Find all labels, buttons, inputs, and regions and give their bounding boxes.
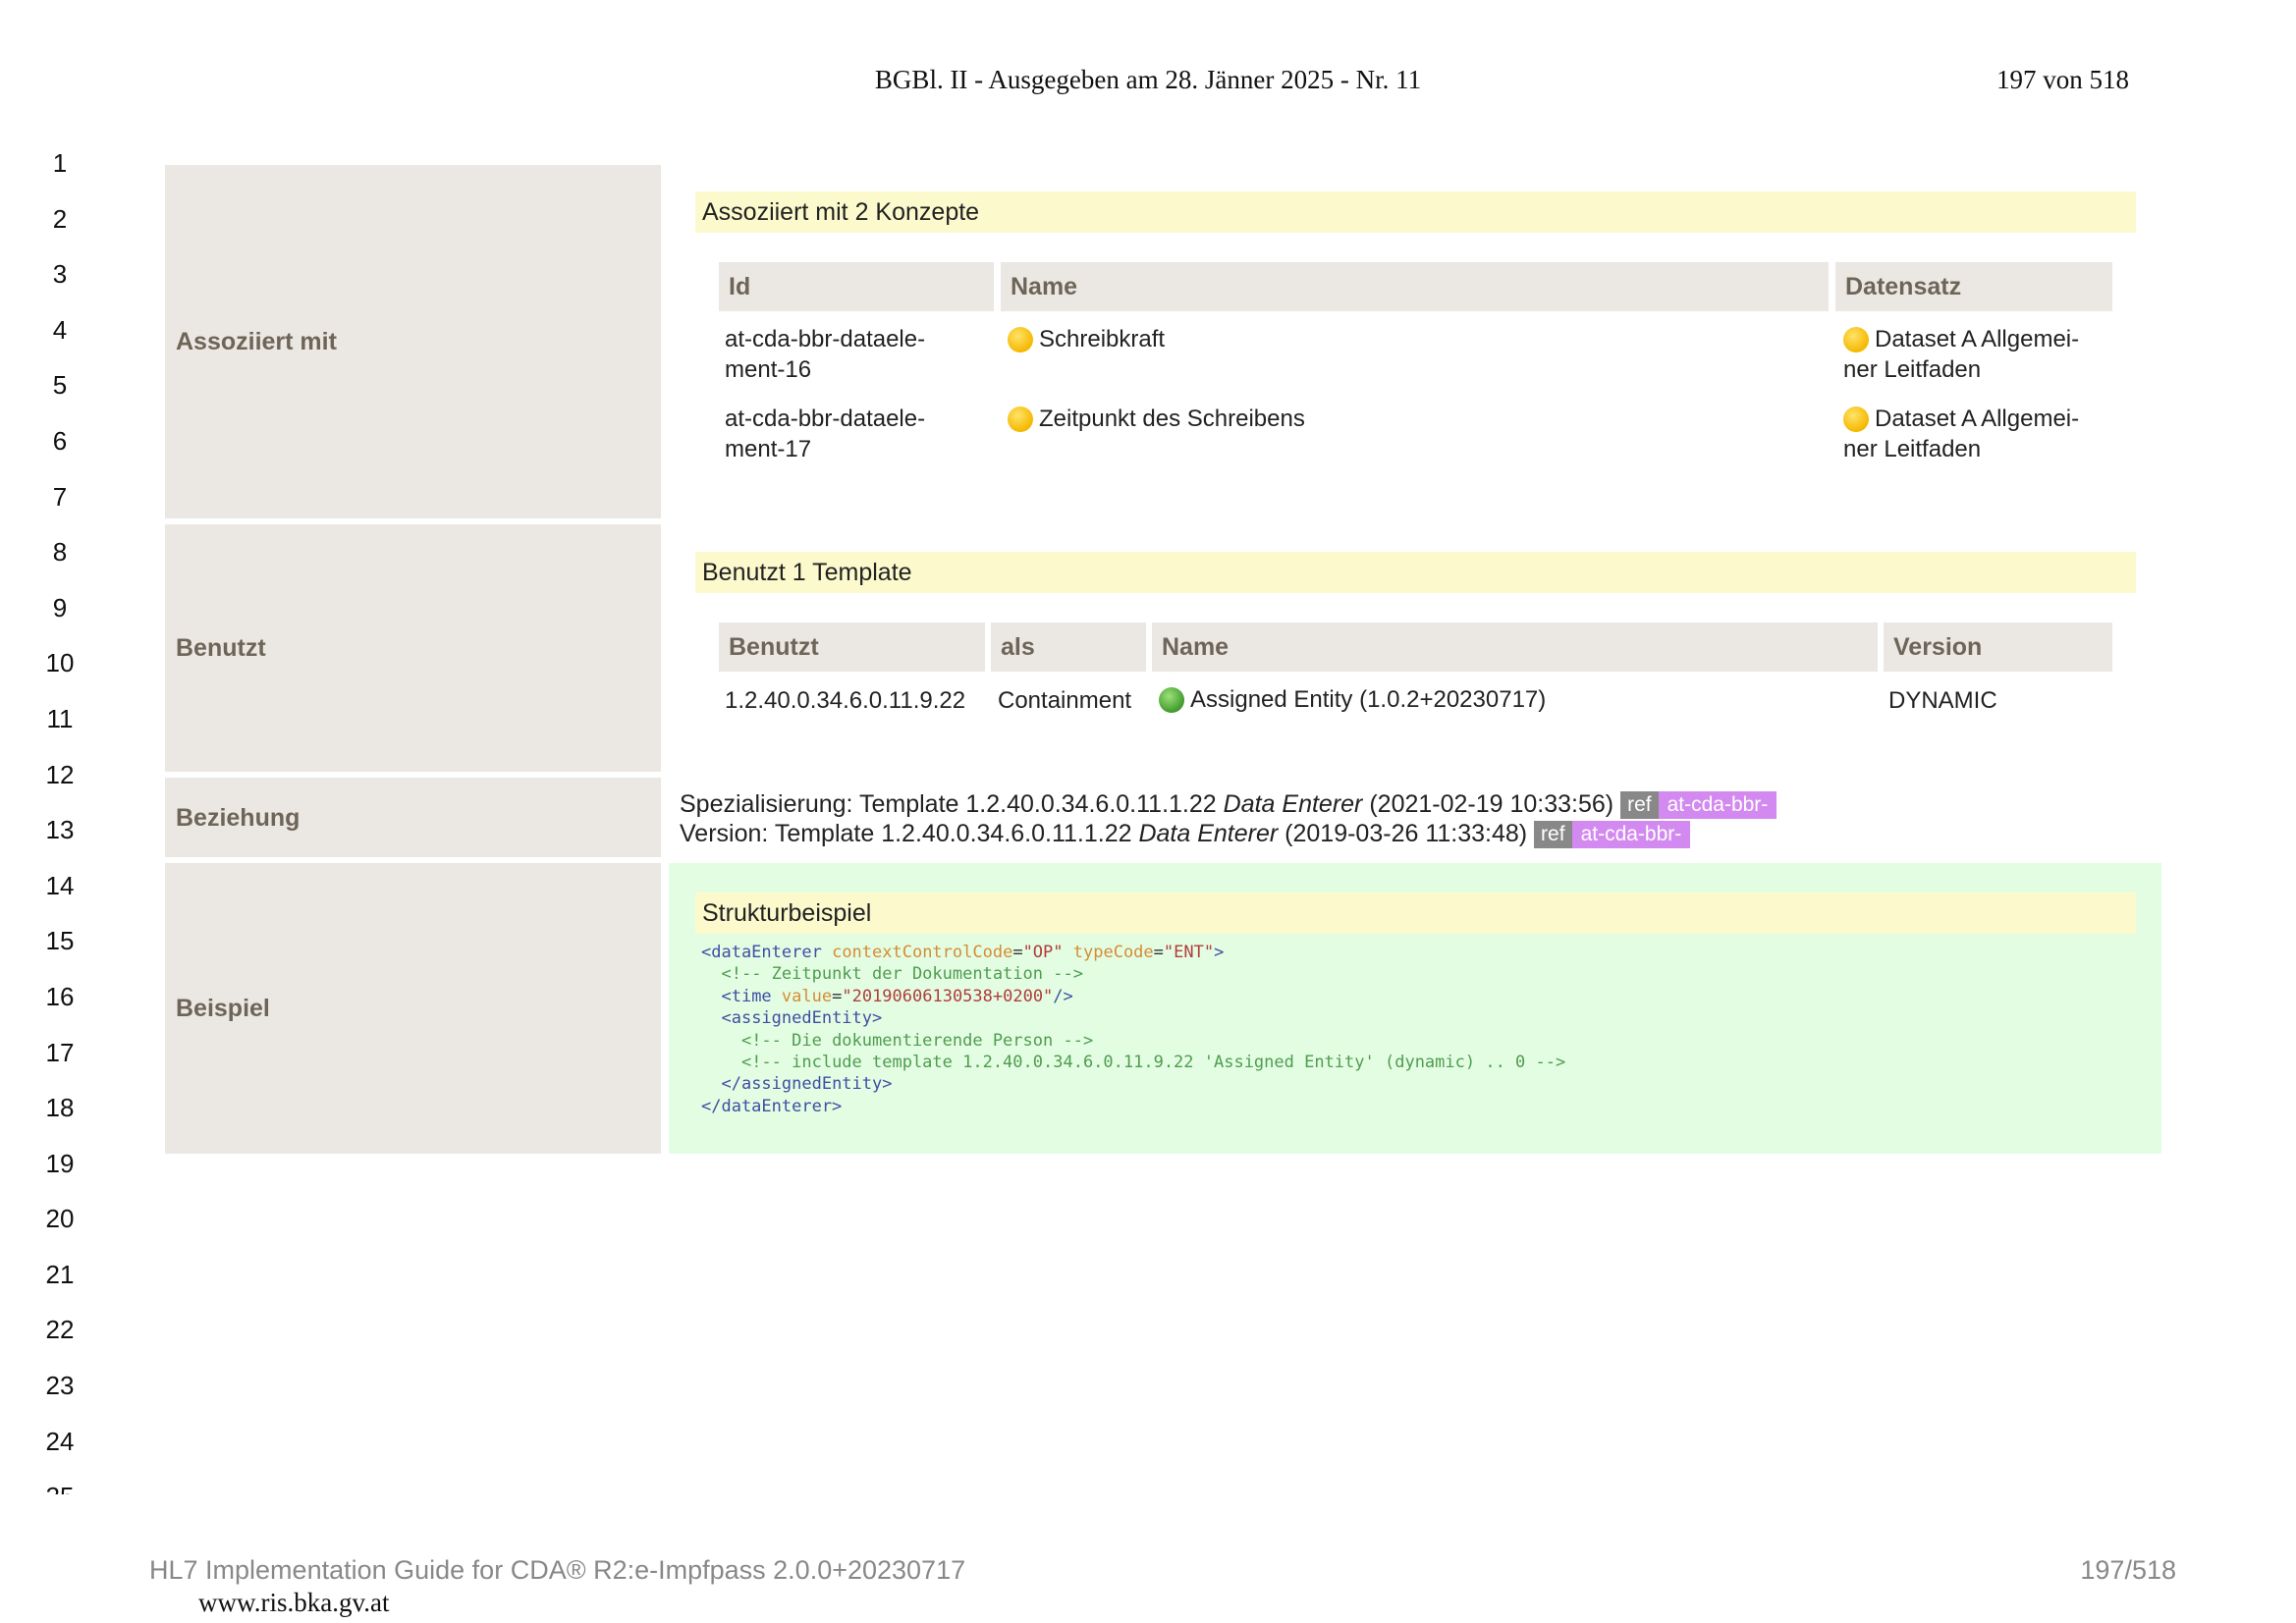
dataset-status-icon [1843, 327, 1869, 352]
dataset-line1: Dataset A Allgemei- [1875, 406, 2080, 432]
table-row: at-cda-bbr-dataele- ment-17 [725, 404, 925, 464]
column-header-als: als [991, 622, 1146, 672]
relationship-line-specialization: Spezialisierung: Template 1.2.40.0.34.6.… [680, 789, 1777, 819]
line-number: 4 [52, 314, 68, 345]
line-number: 16 [45, 981, 75, 1011]
line-number: 7 [52, 481, 68, 512]
line-number: 8 [52, 537, 68, 568]
line-number: 20 [45, 1204, 75, 1234]
caption-beispiel: Strukturbeispiel [695, 893, 2136, 934]
template-status-icon [1159, 687, 1184, 713]
template-name-link[interactable]: Assigned Entity (1.0.2+20230717) [1190, 686, 1546, 713]
cell-id-line1: at-cda-bbr-dataele- [725, 406, 926, 432]
concept-name-link[interactable]: Schreibkraft [1039, 326, 1165, 352]
relationship-template-name: Data Enterer [1138, 820, 1279, 847]
relationship-date: (2021‑02‑19 10:33:56) [1362, 790, 1621, 818]
cell-id-line2: ment-16 [725, 356, 812, 383]
page-header-title: BGBl. II - Ausgegeben am 28. Jänner 2025… [874, 65, 1422, 94]
column-header-datensatz: Datensatz [1835, 262, 2112, 311]
dataset-line2: ner Leitfaden [1843, 356, 1982, 383]
row-label-text: Beziehung [176, 804, 301, 832]
row-label-assoziiert: Assoziiert mit [165, 165, 661, 518]
line-number: 23 [45, 1371, 75, 1401]
cell-oid: 1.2.40.0.34.6.0.11.9.22 [725, 687, 966, 714]
cell-datensatz: Dataset A Allgemei- ner Leitfaden [1843, 324, 2079, 385]
dataset-line2: ner Leitfaden [1843, 436, 1982, 462]
column-header-name: Name [1152, 622, 1878, 672]
line-number: 25 [35, 1477, 84, 1494]
line-number: 14 [45, 870, 75, 900]
caption-benutzt: Benutzt 1 Template [695, 552, 2136, 593]
relationship-text: Version: Template 1.2.40.0.34.6.0.11.1.2… [680, 820, 1139, 847]
cell-version: DYNAMIC [1888, 687, 1997, 714]
line-number: 19 [45, 1148, 75, 1178]
cell-name[interactable]: Zeitpunkt des Schreibens [1008, 404, 1305, 434]
line-number: 15 [45, 926, 75, 956]
line-number: 22 [45, 1315, 75, 1345]
relationship-date: (2019‑03‑26 11:33:48) [1278, 820, 1535, 847]
row-label-benutzt: Benutzt [165, 524, 661, 772]
cell-id-line2: ment-17 [725, 436, 812, 462]
line-number: 5 [52, 370, 68, 401]
line-number: 1 [52, 148, 68, 178]
cell-datensatz: Dataset A Allgemei- ner Leitfaden [1843, 404, 2079, 464]
row-label-text: Benutzt [176, 634, 266, 662]
column-header-id: Id [719, 262, 994, 311]
concept-name-link[interactable]: Zeitpunkt des Schreibens [1039, 406, 1305, 432]
footer-url[interactable]: www.ris.bka.gv.at [198, 1588, 389, 1618]
concept-status-icon [1008, 327, 1033, 352]
caption-assoziiert: Assoziiert mit 2 Konzepte [695, 191, 2136, 233]
page-header-number: 197 von 518 [1996, 65, 2129, 94]
line-number: 9 [52, 592, 68, 622]
ref-badge[interactable]: ref [1534, 821, 1572, 848]
ref-id-badge[interactable]: at-cda-bbr- [1658, 791, 1777, 819]
column-header-benutzt: Benutzt [719, 622, 985, 672]
cell-id-line1: at-cda-bbr-dataele- [725, 326, 926, 352]
concept-status-icon [1008, 406, 1033, 432]
line-number: 17 [45, 1037, 75, 1067]
row-label-beziehung: Beziehung [165, 778, 661, 857]
dataset-status-icon [1843, 406, 1869, 432]
line-number: 11 [46, 703, 74, 733]
relationship-text: Spezialisierung: Template 1.2.40.0.34.6.… [680, 790, 1224, 818]
row-label-text: Beispiel [176, 995, 270, 1022]
table-row: at-cda-bbr-dataele- ment-16 [725, 324, 925, 385]
line-number: 6 [52, 425, 68, 456]
row-label-beispiel: Beispiel [165, 863, 661, 1154]
footer-title: HL7 Implementation Guide for CDA® R2:e-I… [149, 1555, 966, 1585]
cell-template-name[interactable]: Assigned Entity (1.0.2+20230717) [1159, 684, 1546, 715]
cell-als: Containment [998, 687, 1132, 714]
line-numbers: 1234567891011121314151617181920212223242… [35, 143, 94, 1494]
line-number: 24 [45, 1426, 75, 1456]
line-number: 12 [45, 759, 75, 789]
line-number: 18 [45, 1093, 75, 1123]
line-number: 21 [45, 1259, 75, 1289]
relationship-template-name: Data Enterer [1223, 790, 1363, 818]
column-header-version: Version [1884, 622, 2112, 672]
footer-page: 197/518 [2080, 1555, 2176, 1585]
line-number: 2 [52, 203, 68, 234]
relationship-line-version: Version: Template 1.2.40.0.34.6.0.11.1.2… [680, 819, 1691, 848]
ref-id-badge[interactable]: at-cda-bbr- [1571, 821, 1691, 848]
line-number: 3 [52, 259, 68, 290]
column-header-name: Name [1001, 262, 1829, 311]
xml-example-code: <dataEnterer contextControlCode="OP" typ… [701, 943, 1566, 1116]
row-label-text: Assoziiert mit [176, 328, 337, 355]
dataset-line1: Dataset A Allgemei- [1875, 326, 2080, 352]
cell-name[interactable]: Schreibkraft [1008, 324, 1165, 354]
line-number: 10 [45, 648, 75, 678]
ref-badge[interactable]: ref [1620, 791, 1659, 819]
line-number: 13 [45, 815, 75, 845]
